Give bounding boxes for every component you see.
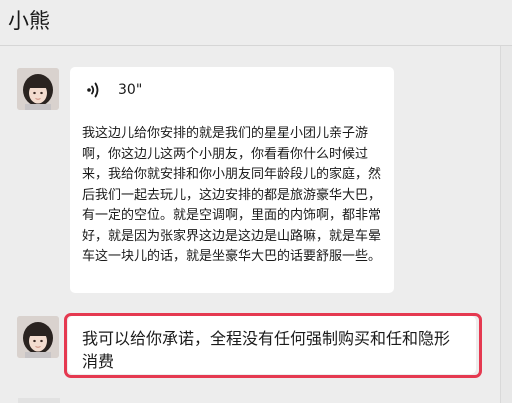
girl-portrait-avatar <box>17 316 59 358</box>
scrollbar[interactable] <box>500 46 512 403</box>
avatar[interactable] <box>17 68 59 110</box>
next-message-avatar <box>18 398 60 403</box>
voice-wave-icon <box>87 82 99 98</box>
voice-duration: 30" <box>118 82 143 98</box>
girl-portrait-avatar <box>17 68 59 110</box>
message-text-content: 我可以给你承诺，全程没有任何强制购买和任和隐形消费 <box>82 329 451 371</box>
voice-player[interactable]: 30" <box>86 79 142 101</box>
avatar[interactable] <box>17 316 59 358</box>
text-message-bubble[interactable]: 我可以给你承诺，全程没有任何强制购买和任和隐形消费 <box>68 316 476 374</box>
chat-title: 小熊 <box>8 9 50 33</box>
chat-header: 小熊 <box>0 0 512 46</box>
voice-transcript: 我这边儿给你安排的就是我们的星星小团儿亲子游啊，你这边儿这两个小朋友，你看看你什… <box>82 126 382 264</box>
voice-message-bubble[interactable]: 30" 我这边儿给你安排的就是我们的星星小团儿亲子游啊，你这边儿这两个小朋友，你… <box>70 67 394 293</box>
